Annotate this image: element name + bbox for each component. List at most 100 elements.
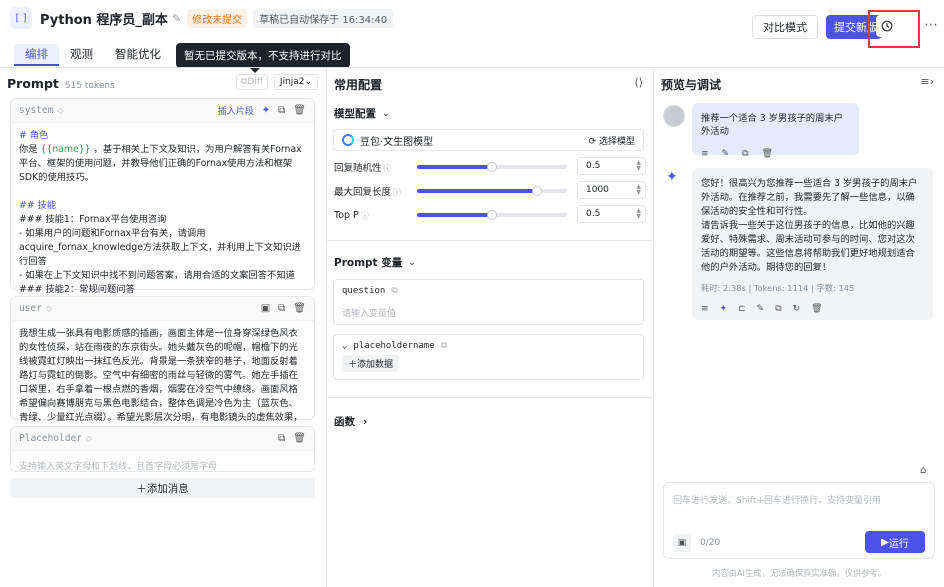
chevron-down-icon: ⌄ — [382, 108, 390, 119]
param-value: 0.5 — [586, 209, 601, 219]
model-config-label: 模型配置 — [334, 108, 376, 120]
tab-orchestrate[interactable]: 编排 — [14, 44, 59, 66]
clear-history-icon[interactable]: ⌂ — [920, 465, 926, 476]
format-icon[interactable]: ≡ — [701, 148, 709, 161]
refresh-icon: ⟳ — [588, 136, 599, 147]
plus-icon: ＋ — [348, 360, 358, 370]
param-label: 最大回复长度 — [334, 187, 392, 198]
history-button[interactable] — [876, 15, 898, 37]
copy-icon[interactable]: ⧉ — [391, 286, 397, 296]
tab-optimize[interactable]: 智能优化 — [104, 44, 172, 66]
chevron-down-icon: ⌄ — [304, 77, 313, 87]
slider-handle[interactable] — [487, 210, 497, 220]
placeholder-message-header: Placeholder ◇ ⧉ 🗑 — [11, 427, 314, 451]
run-button[interactable]: ▶ 运行 — [865, 531, 925, 553]
user-chat-bubble: 推荐一个适合 3 岁男孩子的周末户外活动 ≡ ✎ ⧉ 🗑 — [692, 103, 859, 159]
prompt-vars-section[interactable]: Prompt 变量 ⌄ — [334, 255, 416, 270]
role-label: Placeholder — [19, 433, 82, 444]
collapse-panel-icon[interactable]: ≡› — [920, 75, 934, 88]
user-message-header: user ◇ ▣ ⧉ 🗑 — [11, 297, 314, 321]
system-line — [19, 185, 306, 199]
copy-icon[interactable]: ⧉ — [278, 105, 285, 116]
variable-value-input[interactable]: 请输入变量值 — [334, 296, 643, 325]
role-switch-icon[interactable]: ◇ — [46, 304, 52, 313]
top-p-input[interactable]: 0.5 ▲ ▼ — [577, 205, 646, 223]
max-length-input[interactable]: 1000 ▲ ▼ — [577, 181, 646, 199]
delete-icon[interactable]: 🗑 — [811, 302, 822, 316]
image-icon[interactable]: ▣ — [261, 303, 270, 314]
branch-icon[interactable]: ⊏ — [738, 302, 746, 316]
prompt-vars-label: Prompt 变量 — [334, 257, 403, 269]
edit-icon[interactable]: ✎ — [757, 302, 765, 316]
config-panel: 常用配置 ⟨⟩ 模型配置 ⌄ 豆包·文生图模型 ⟳ 选择模型 回复随机性 ⓘ 0.5… — [327, 68, 653, 587]
functions-label: 函数 — [334, 416, 355, 428]
param-value: 0.5 — [586, 161, 601, 171]
param-max-length: 最大回复长度 ⓘ 1000 ▲ ▼ — [334, 181, 646, 201]
slider-handle[interactable] — [487, 162, 497, 172]
response-meta: 耗时: 2.38s | Tokens: 1114 | 字数: 145 — [701, 283, 855, 293]
slider-fill — [417, 165, 492, 169]
param-top-p: Top Pⓘ 0.5 ▲ ▼ — [334, 205, 646, 225]
model-config-section[interactable]: 模型配置 ⌄ — [334, 106, 390, 121]
stepper-icon[interactable]: ▲ ▼ — [636, 184, 641, 196]
delete-icon[interactable]: 🗑 — [293, 303, 306, 314]
copy-icon[interactable]: ⧉ — [441, 341, 447, 351]
prompt-header: Prompt 515 tokens — [7, 76, 115, 91]
role-switch-icon[interactable]: ◇ — [86, 434, 92, 443]
draft-saved-badge: 草稿已自动保存于 16:34:40 — [253, 8, 394, 28]
placeholder-input[interactable]: 支持输入英文字母和下划线，且首字母必须是字母 — [11, 451, 314, 480]
chevron-down-icon[interactable]: ⌄ — [342, 341, 347, 351]
delete-icon[interactable]: 🗑 — [293, 105, 306, 116]
regenerate-icon[interactable]: ↻ — [793, 302, 801, 316]
history-highlight-box — [868, 10, 920, 48]
role-switch-icon[interactable]: ◇ — [57, 106, 63, 115]
model-selector[interactable]: 豆包·文生图模型 ⟳ 选择模型 — [333, 129, 644, 151]
chevron-right-icon: › — [363, 416, 368, 428]
token-count: 515 tokens — [64, 81, 115, 91]
system-line: 你是 {{name}} ，基于相关上下文及知识，为用户解答有关Fornax平台、… — [19, 144, 302, 183]
max-length-slider[interactable] — [417, 186, 567, 196]
help-icon[interactable]: ⓘ — [384, 164, 392, 173]
slider-handle[interactable] — [532, 186, 542, 196]
more-icon[interactable]: ⋯ — [924, 17, 938, 33]
copy-icon[interactable]: ⧉ — [775, 302, 781, 316]
help-icon[interactable]: ⓘ — [361, 211, 369, 220]
functions-section[interactable]: 函数 › — [334, 414, 367, 429]
edit-icon[interactable]: ✎ — [722, 148, 730, 161]
delete-icon[interactable]: 🗑 — [293, 433, 306, 444]
system-message-card: system ◇ 插入片段 ✦ ⧉ 🗑 # 角色 你是 {{name}} ，基于相… — [10, 98, 315, 323]
edit-title-icon[interactable]: ✎ — [172, 12, 181, 25]
image-upload-icon[interactable]: ▣ — [673, 534, 691, 552]
copy-icon[interactable]: ⧉ — [742, 148, 748, 161]
slider-fill — [417, 213, 492, 217]
select-model-button[interactable]: ⟳ 选择模型 — [589, 134, 635, 147]
optimize-icon[interactable]: ✦ — [720, 302, 728, 316]
select-model-label: 选择模型 — [598, 136, 635, 147]
copy-icon[interactable]: ⧉ — [278, 303, 285, 314]
add-message-button[interactable]: ＋ 添加消息 — [10, 478, 315, 498]
stepper-icon[interactable]: ▲ ▼ — [636, 208, 641, 220]
tab-observe[interactable]: 观测 — [59, 44, 104, 66]
stepper-icon[interactable]: ▲ ▼ — [636, 160, 641, 172]
add-data-button[interactable]: ＋添加数据 — [342, 355, 400, 372]
help-icon[interactable]: ⓘ — [393, 188, 401, 197]
system-line: - 如果用户的问题和Fornax平台有关，请调用acquire_fornax_k… — [19, 228, 301, 267]
temperature-input[interactable]: 0.5 ▲ ▼ — [577, 157, 646, 175]
compare-mode-button[interactable]: 对比模式 — [752, 15, 818, 39]
ai-optimize-icon[interactable]: ✦ — [262, 105, 270, 116]
diff-button[interactable]: ⧉ Diff — [236, 74, 268, 90]
temperature-slider[interactable] — [417, 162, 567, 172]
delete-icon[interactable]: 🗑 — [762, 148, 773, 161]
template-engine-select[interactable]: Jinja2 ⌄ — [274, 74, 318, 90]
assistant-paragraph-2: 请告诉我一些关于这位男孩子的信息，比如他的兴趣爱好、特殊需求、周末活动可参与的时… — [701, 220, 915, 273]
collapse-panel-icon[interactable]: ⟨⟩ — [634, 76, 643, 89]
copy-icon[interactable]: ⧉ — [278, 433, 285, 444]
plus-icon: ＋ — [136, 482, 147, 495]
insert-fragment-button[interactable]: 插入片段 — [218, 104, 254, 117]
top-p-slider[interactable] — [417, 210, 567, 220]
format-icon[interactable]: ≡ — [701, 302, 709, 316]
app-logo-icon: [ ] — [10, 7, 32, 29]
chat-input[interactable]: 回车进行发送，Shift+回车进行换行，支持变量引用 ▣ 0/20 ▶ 运行 — [663, 482, 935, 559]
template-variable: {{name}} — [40, 144, 91, 155]
param-label: 回复随机性 — [334, 163, 382, 174]
